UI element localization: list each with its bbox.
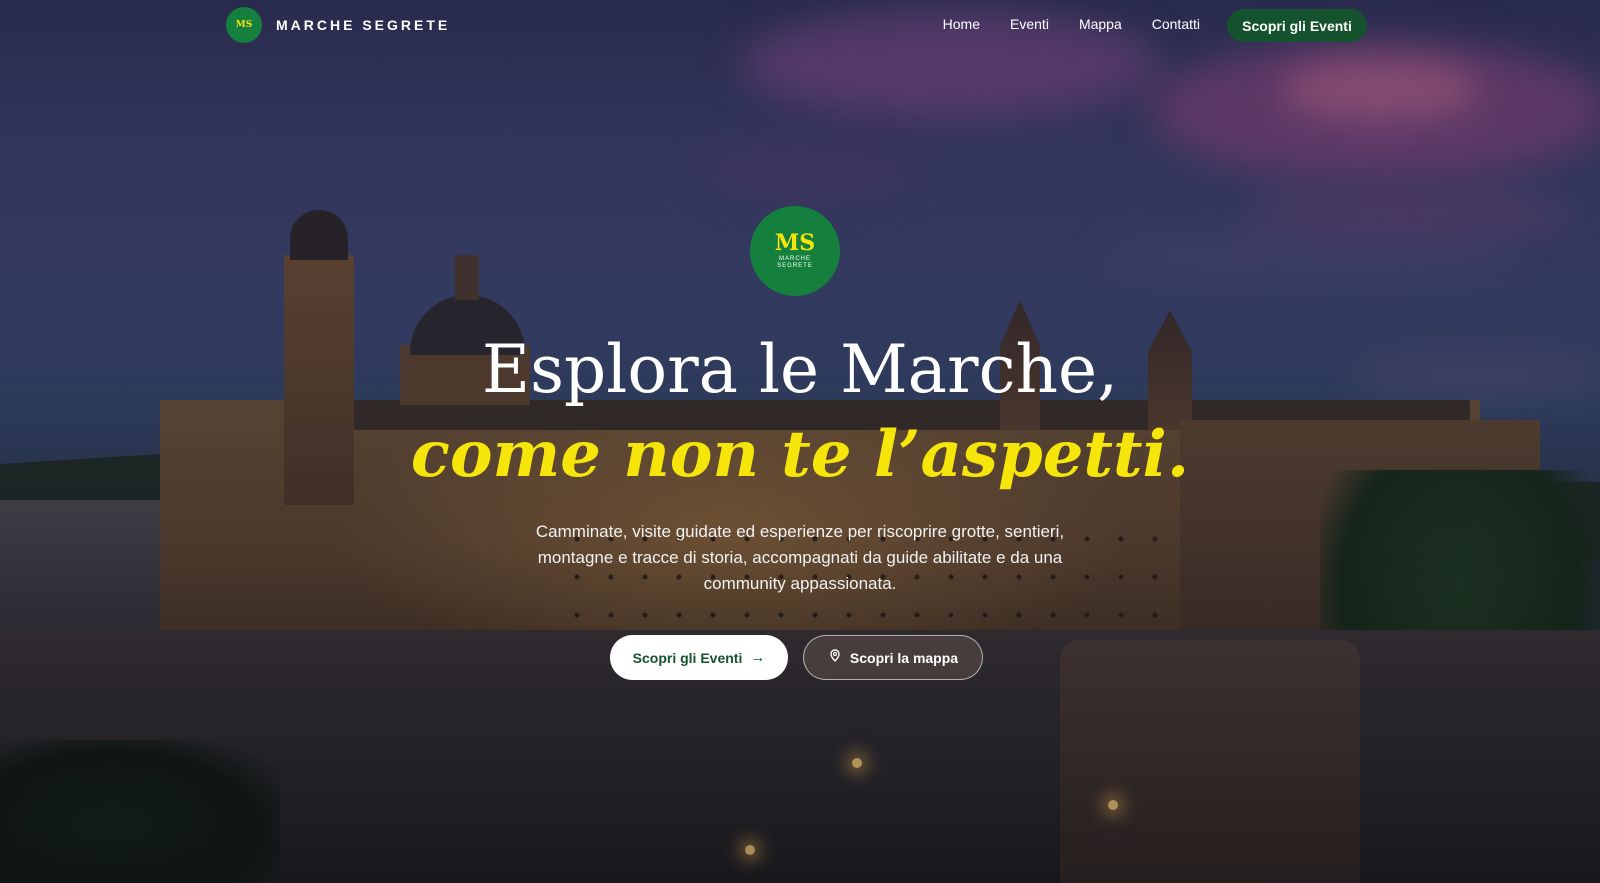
- map-pin-icon: [828, 649, 842, 666]
- nav-link-contatti[interactable]: Contatti: [1152, 16, 1200, 32]
- brand-name: MARCHE SEGRETE: [276, 17, 451, 33]
- hero-lead-text: Camminate, visite guidate ed esperienze …: [535, 522, 1065, 593]
- nav-link-home[interactable]: Home: [943, 16, 980, 32]
- discover-map-button[interactable]: Scopri la mappa: [803, 635, 983, 680]
- hero-headline-accent: come non te l’aspetti.: [410, 417, 1190, 492]
- discover-events-label: Scopri gli Eventi: [632, 649, 743, 666]
- brand-logo-text: MS: [235, 20, 253, 30]
- brand-link[interactable]: MS MARCHE SEGRETE: [226, 7, 450, 43]
- nav-link-mappa[interactable]: Mappa: [1079, 16, 1122, 32]
- hero-logo-mark: MS: [774, 230, 816, 256]
- hero-logo: MS MARCHE SEGRETE: [750, 206, 840, 296]
- discover-map-label: Scopri la mappa: [849, 649, 959, 666]
- discover-events-button[interactable]: Scopri gli Eventi →: [610, 635, 788, 680]
- hero-headline: Esplora le Marche,: [481, 331, 1119, 408]
- nav-links: Home Eventi Mappa Contatti: [943, 16, 1200, 32]
- arrow-right-icon: →: [750, 649, 766, 666]
- hero-logo-subtitle: MARCHE SEGRETE: [777, 256, 813, 269]
- top-navbar: MS MARCHE SEGRETE Home Eventi Mappa Cont…: [0, 0, 1600, 50]
- nav-link-eventi[interactable]: Eventi: [1010, 16, 1049, 32]
- nav-cta-button[interactable]: Scopri gli Eventi: [1227, 9, 1367, 42]
- hero-section: MS MARCHE SEGRETE Home Eventi Mappa Cont…: [0, 0, 1600, 883]
- brand-logo: MS: [226, 7, 262, 43]
